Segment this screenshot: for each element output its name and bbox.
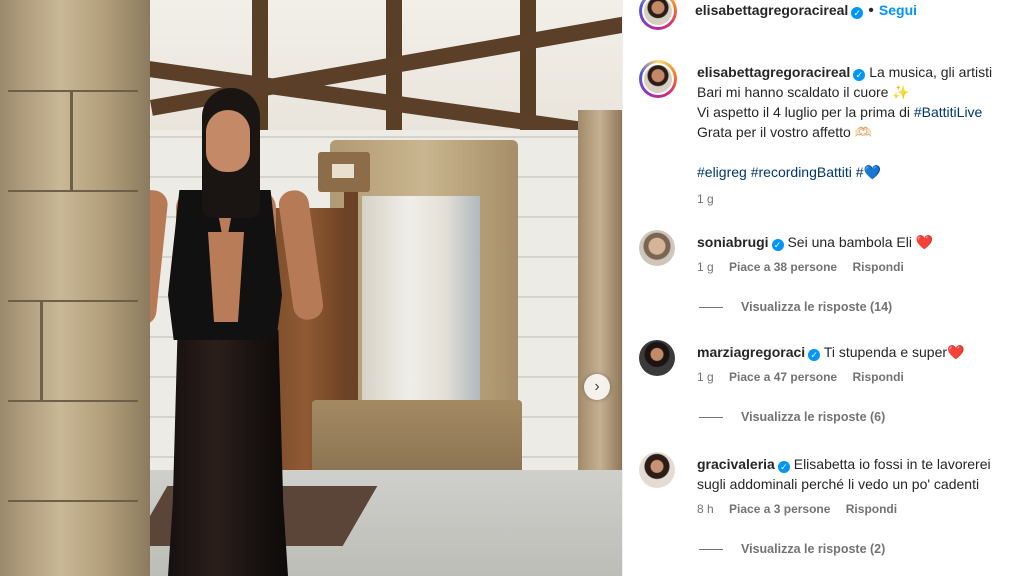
caption-text: Vi aspetto il 4 luglio per la prima di [697, 104, 914, 120]
comment-meta: 8 h Piace a 3 persone Rispondi [697, 502, 991, 516]
verified-badge-icon: ✓ [853, 69, 866, 81]
photo-stone-column [0, 0, 150, 576]
caption-hashtags: #eligreg #recordingBattiti #💙 [697, 162, 992, 182]
comment-line: gracivaleria ✓ Elisabetta io fossi in te … [697, 454, 991, 474]
caption-line: Bari mi hanno scaldato il cuore ✨ [697, 84, 910, 100]
comment-likes[interactable]: Piace a 38 persone [729, 260, 837, 274]
column-joint [8, 400, 138, 402]
divider-line [699, 417, 723, 419]
post-photo[interactable]: › [0, 0, 622, 576]
instagram-post-view: › elisabettagregoracireal ✓ • Segui elisabe… [0, 0, 1024, 576]
hashtag-link[interactable]: #💙 [856, 164, 881, 180]
commenter-username[interactable]: gracivaleria [697, 456, 775, 472]
view-replies-button[interactable]: Visualizza le risposte (14) [699, 300, 892, 314]
caption-text: La musica, gli artisti [869, 64, 993, 80]
photo-stone-post [578, 110, 622, 510]
avatar-image [639, 340, 675, 376]
comment-likes[interactable]: Piace a 3 persone [729, 502, 830, 516]
avatar-image [642, 63, 674, 95]
caption-line: Grata per il vostro affetto 🫶🏻 [697, 124, 873, 140]
separator-dot: • [868, 2, 874, 19]
photo-figure-skirt [168, 330, 288, 576]
commenter-avatar[interactable] [639, 230, 675, 266]
photo-window-shutter [344, 184, 358, 420]
column-joint [8, 90, 138, 92]
photo-sign [318, 152, 370, 192]
commenter-avatar[interactable] [639, 452, 675, 488]
carousel-next-button[interactable]: › [584, 374, 610, 400]
comment-body: gracivaleria ✓ Elisabetta io fossi in te … [697, 454, 991, 516]
hashtag-link[interactable]: #eligreg [697, 164, 747, 180]
comment-body: marziagregoraci ✓ Ti stupenda e super❤️ 1… [697, 342, 964, 384]
divider-line [699, 307, 723, 309]
follow-button[interactable]: Segui [879, 2, 917, 18]
column-joint [8, 190, 138, 192]
comment-time: 1 g [697, 260, 714, 274]
avatar-image [642, 0, 674, 27]
caption-username[interactable]: elisabettagregoracireal [697, 64, 850, 80]
photo-figure-head [206, 110, 250, 172]
reply-button[interactable]: Rispondi [852, 370, 903, 384]
verified-badge-icon: ✓ [777, 461, 790, 473]
column-joint [70, 90, 73, 190]
column-joint [8, 500, 138, 502]
comment-likes[interactable]: Piace a 47 persone [729, 370, 837, 384]
comment-text: Ti stupenda e super❤️ [823, 344, 965, 360]
reply-button[interactable]: Rispondi [846, 502, 897, 516]
caption-line: elisabettagregoracireal ✓ La musica, gli … [697, 62, 992, 82]
author-username[interactable]: elisabettagregoracireal [695, 2, 848, 18]
avatar-image [639, 230, 675, 266]
hashtag-link[interactable]: #BattitiLive [914, 104, 982, 120]
comment-line: sugli addominali perché li vedo un po' c… [697, 476, 980, 492]
photo-window [362, 196, 480, 410]
comment-time: 8 h [697, 502, 714, 516]
comment-line: marziagregoraci ✓ Ti stupenda e super❤️ [697, 342, 964, 362]
comment-meta: 1 g Piace a 47 persone Rispondi [697, 370, 964, 384]
verified-badge-icon: ✓ [808, 349, 821, 361]
divider-line [699, 549, 723, 551]
comment-meta: 1 g Piace a 38 persone Rispondi [697, 260, 933, 274]
reply-button[interactable]: Rispondi [852, 260, 903, 274]
caption-body: elisabettagregoracireal ✓ La musica, gli … [697, 62, 992, 206]
post-header: elisabettagregoracireal ✓ • Segui [623, 0, 1024, 36]
verified-badge-icon: ✓ [771, 239, 784, 251]
view-replies-button[interactable]: Visualizza le risposte (6) [699, 410, 885, 424]
comment-text: Elisabetta io fossi in te lavorerei [793, 456, 991, 472]
column-joint [8, 300, 138, 302]
commenter-avatar[interactable] [639, 340, 675, 376]
chevron-right-icon: › [594, 378, 600, 395]
author-avatar[interactable] [639, 0, 677, 30]
view-replies-label: Visualizza le risposte (14) [741, 300, 893, 314]
caption-avatar[interactable] [639, 60, 677, 98]
hashtag-link[interactable]: #recordingBattiti [751, 164, 852, 180]
caption-time: 1 g [697, 192, 714, 206]
verified-badge-icon: ✓ [851, 7, 864, 19]
comment-line: soniabrugi ✓ Sei una bambola Eli ❤️ [697, 232, 933, 252]
comment-text: Sei una bambola Eli ❤️ [787, 234, 934, 250]
view-replies-button[interactable]: Visualizza le risposte (2) [699, 542, 885, 556]
comment-time: 1 g [697, 370, 714, 384]
post-side-panel: elisabettagregoracireal ✓ • Segui elisabett… [622, 0, 1024, 576]
view-replies-label: Visualizza le risposte (6) [741, 410, 886, 424]
view-replies-label: Visualizza le risposte (2) [741, 542, 886, 556]
avatar-image [639, 452, 675, 488]
commenter-username[interactable]: soniabrugi [697, 234, 769, 250]
caption-line: Vi aspetto il 4 luglio per la prima di #… [697, 102, 992, 122]
column-joint [40, 300, 43, 400]
header-line: elisabettagregoracireal ✓ • Segui [695, 2, 917, 20]
comment-body: soniabrugi ✓ Sei una bambola Eli ❤️ 1 g P… [697, 232, 933, 274]
commenter-username[interactable]: marziagregoraci [697, 344, 805, 360]
photo-planter [312, 400, 522, 476]
